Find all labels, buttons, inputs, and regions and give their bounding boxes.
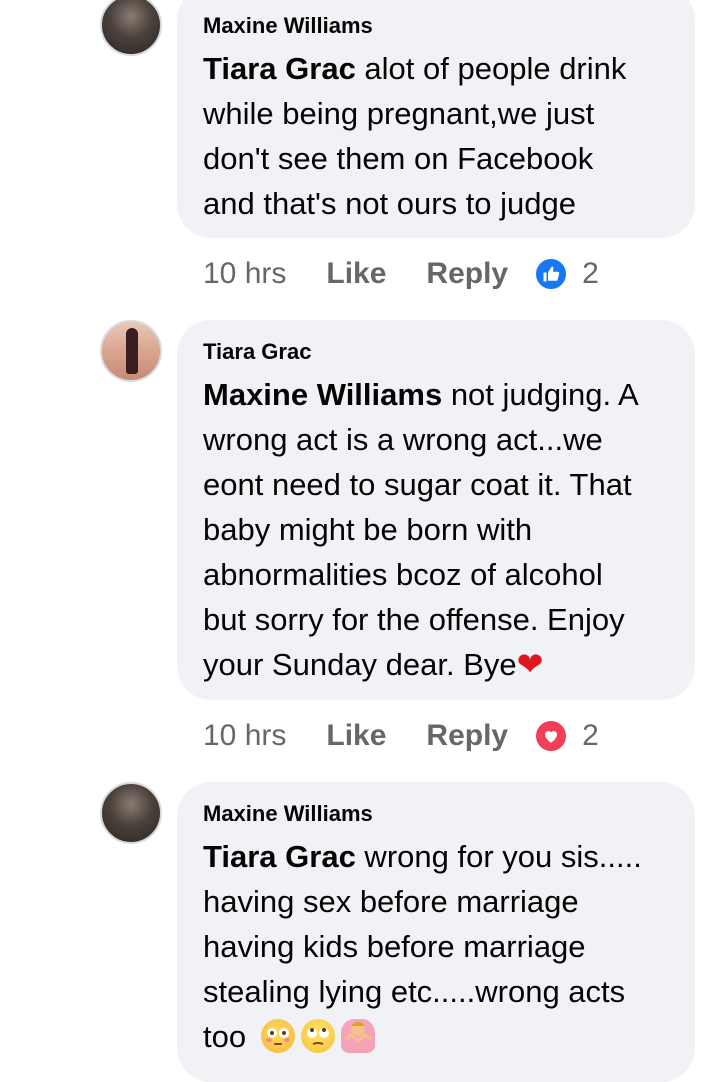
avatar[interactable]	[100, 320, 162, 382]
face-with-rolling-eyes-emoji	[300, 1019, 335, 1053]
red-heart-emoji: ❤	[516, 646, 544, 682]
reply-button[interactable]: Reply	[426, 257, 508, 291]
timestamp[interactable]: 10 hrs	[203, 719, 286, 753]
comment-text: Maxine Williams not judging. A wrong act…	[203, 377, 639, 682]
avatar[interactable]	[100, 782, 162, 844]
comment-actions: 10 hrs Like Reply 2	[203, 716, 599, 756]
reaction-count[interactable]: 2	[582, 257, 599, 291]
mention-link[interactable]: Tiara Grac	[203, 51, 356, 86]
comment-author[interactable]: Maxine Williams	[203, 800, 671, 828]
comment-bubble: Maxine Williams Tiara Grac alot of peopl…	[177, 0, 695, 238]
mention-link[interactable]: Maxine Williams	[203, 377, 442, 412]
comment-bubble: Maxine Williams Tiara Grac wrong for you…	[177, 782, 695, 1082]
comment-actions: 10 hrs Like Reply 2	[203, 254, 599, 294]
timestamp[interactable]: 10 hrs	[203, 257, 286, 291]
reply-button[interactable]: Reply	[426, 719, 508, 753]
mention-link[interactable]: Tiara Grac	[203, 839, 356, 874]
avatar[interactable]	[100, 0, 162, 56]
flushed-face-emoji	[260, 1019, 295, 1053]
like-button[interactable]: Like	[326, 257, 386, 291]
avatar-figure	[126, 328, 138, 374]
person-shrugging-emoji	[340, 1019, 375, 1053]
comment-text: Tiara Grac wrong for you sis..... having…	[203, 839, 642, 1054]
comment-author[interactable]: Maxine Williams	[203, 12, 671, 40]
comment-bubble: Tiara Grac Maxine Williams not judging. …	[177, 320, 695, 700]
comment-author[interactable]: Tiara Grac	[203, 338, 671, 366]
thumbs-up-icon[interactable]	[534, 257, 569, 291]
comment-text: Tiara Grac alot of people drink while be…	[203, 51, 627, 221]
like-button[interactable]: Like	[326, 719, 386, 753]
heart-icon[interactable]	[534, 719, 569, 753]
reaction-count[interactable]: 2	[582, 719, 599, 753]
